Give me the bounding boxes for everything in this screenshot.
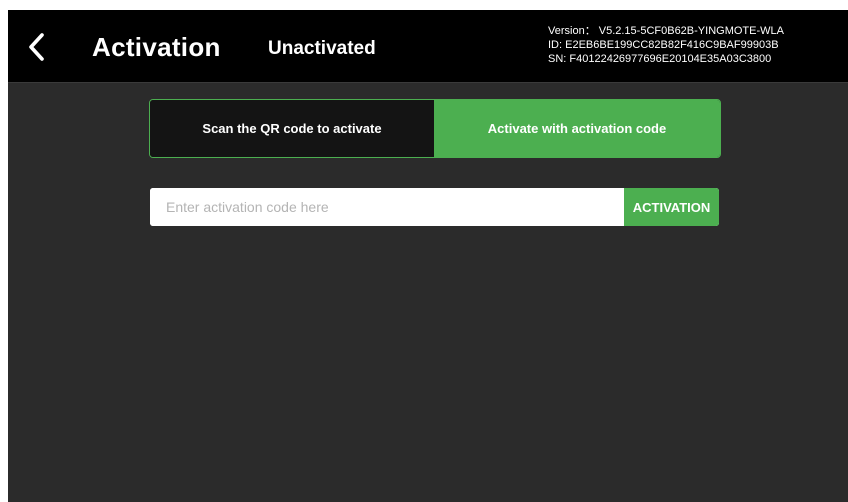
back-button[interactable] (22, 30, 52, 64)
device-info: Version： V5.2.15-5CF0B62B-YINGMOTE-WLA I… (548, 24, 838, 66)
device-id-text: ID: E2EB6BE199CC82B82F416C9BAF99903B (548, 39, 779, 51)
activation-code-row: ACTIVATION (150, 188, 719, 226)
tab-activation-code[interactable]: Activate with activation code (434, 100, 720, 157)
header-bar: Activation Unactivated Version： V5.2.15-… (8, 10, 848, 83)
version-text: Version： V5.2.15-5CF0B62B-YINGMOTE-WLA (548, 25, 784, 37)
activation-status: Unactivated (268, 38, 376, 59)
serial-number-text: SN: F40122426977696E20104E35A03C3800 (548, 53, 772, 65)
chevron-left-icon (29, 33, 44, 61)
activation-button[interactable]: ACTIVATION (624, 188, 719, 226)
page-title: Activation (92, 32, 221, 62)
tab-scan-qr[interactable]: Scan the QR code to activate (150, 100, 434, 157)
activation-method-tabs: Scan the QR code to activate Activate wi… (149, 99, 721, 158)
activation-screen: Activation Unactivated Version： V5.2.15-… (8, 10, 848, 502)
activation-code-input[interactable] (150, 188, 624, 226)
